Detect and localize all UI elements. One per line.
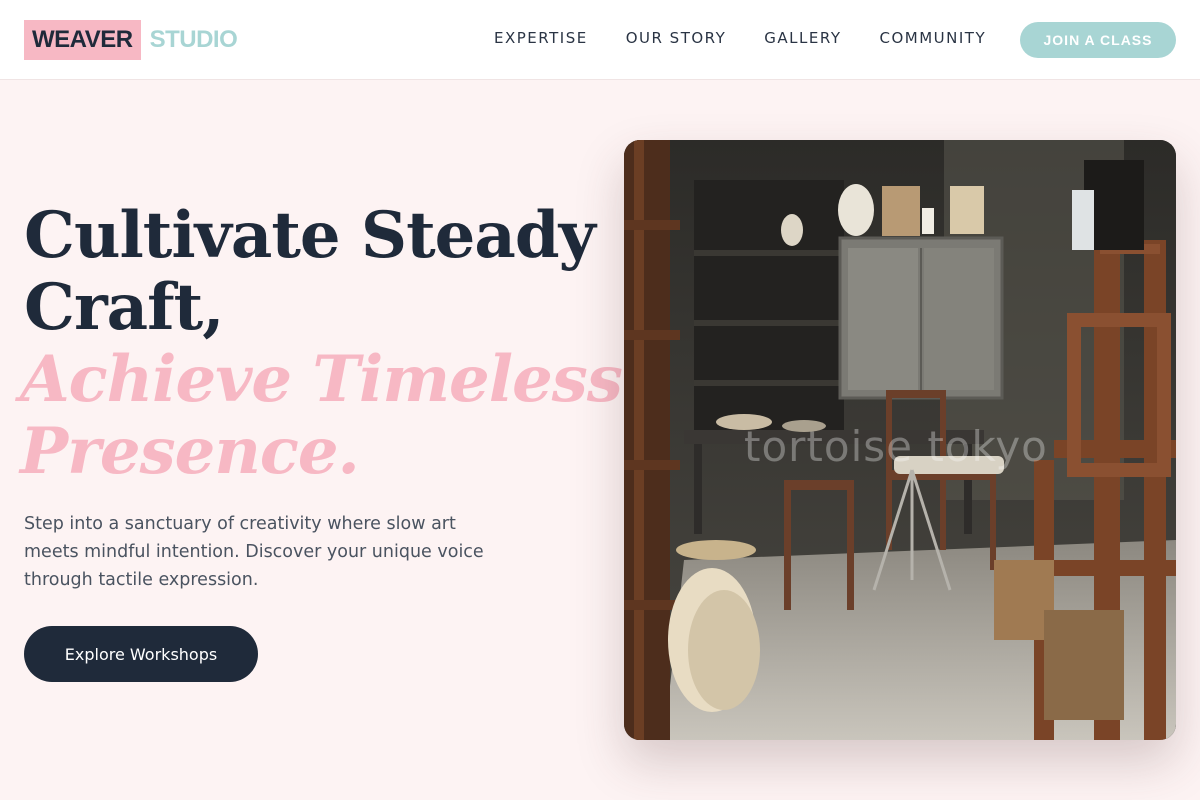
studio-photo: tortoise tokyo — [624, 140, 1176, 740]
nav-item-our-story[interactable]: OUR STORY — [626, 29, 727, 47]
join-class-button[interactable]: JOIN A CLASS — [1020, 22, 1176, 58]
logo[interactable]: WEAVER STUDIO — [24, 20, 238, 60]
logo-secondary: STUDIO — [149, 26, 238, 53]
nav-item-gallery[interactable]: GALLERY — [764, 29, 841, 47]
hero-description: Step into a sanctuary of creativity wher… — [24, 514, 484, 590]
main-nav: EXPERTISE OUR STORY GALLERY COMMUNITY — [494, 29, 986, 47]
nav-item-expertise[interactable]: EXPERTISE — [494, 29, 588, 47]
hero-headline: Cultivate Steady Craft, — [24, 198, 596, 345]
logo-primary: WEAVER — [24, 20, 141, 60]
site-header: WEAVER STUDIO EXPERTISE OUR STORY GALLER… — [0, 0, 1200, 80]
accent-line-1: Achieve Timeless — [20, 342, 623, 417]
explore-workshops-button[interactable]: Explore Workshops — [24, 626, 258, 682]
accent-line-2: Presence. — [20, 414, 360, 489]
nav-item-community[interactable]: COMMUNITY — [880, 29, 987, 47]
headline-line-2: Craft, — [24, 270, 224, 345]
photo-watermark: tortoise tokyo — [744, 422, 1048, 471]
headline-line-1: Cultivate Steady — [24, 198, 596, 273]
hero-accent-headline: Achieve Timeless Presence. — [20, 342, 623, 489]
